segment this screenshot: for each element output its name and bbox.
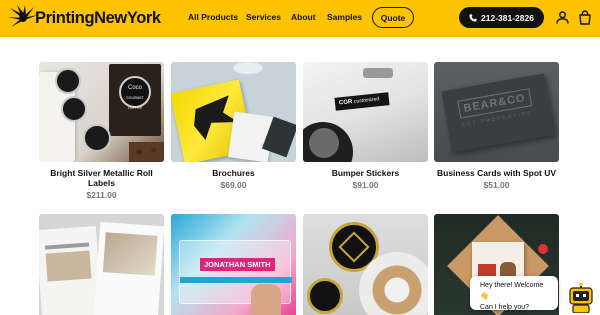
nav-all-products[interactable]: All Products: [188, 12, 238, 22]
product-price: $211.00: [86, 190, 117, 200]
chat-line-2: Can I help you?: [480, 304, 530, 311]
card-stripe: [180, 277, 292, 283]
card-name-strip: JONATHAN SMITH: [200, 258, 275, 271]
bag-brand: Coco: [127, 85, 142, 91]
product-card-roll-labels[interactable]: Coco GOURMET COFFEE Bright Silver Metall…: [39, 62, 164, 200]
wheel-rim: [309, 128, 339, 158]
logo[interactable]: PrintingNewYork: [8, 5, 161, 31]
sticker: [61, 96, 87, 122]
bumper-sticker-text: CGR: [338, 99, 353, 107]
product-title: Bright Silver Metallic Roll Labels: [50, 168, 153, 188]
chatbot-robot-icon[interactable]: [568, 283, 594, 313]
car-badge: [363, 68, 393, 78]
product-price: $69.00: [220, 180, 247, 190]
product-image: CGR customized: [303, 62, 428, 162]
bag-subtitle: GOURMET COFFEE: [126, 96, 144, 110]
gold-sticker: [307, 278, 343, 314]
product-price: $51.00: [483, 180, 510, 190]
catalog-page-left: [39, 226, 103, 315]
product-card-roll-stickers[interactable]: [303, 214, 428, 315]
text-line: [45, 242, 90, 250]
product-title: Brochures: [212, 168, 255, 178]
chat-greeting-bubble[interactable]: Hey there! Welcome 👋 Can I help you?: [470, 276, 558, 311]
product-card-brochures[interactable]: Brochures $69.00: [171, 62, 296, 190]
business-card: BEAR&CO BOT PROPERTIES: [441, 73, 555, 153]
starburst-logo-icon: [8, 5, 38, 27]
product-card-catalog[interactable]: [39, 214, 164, 315]
phone-button[interactable]: 212-381-2826: [459, 7, 544, 28]
user-icon[interactable]: [556, 11, 569, 24]
product-image: [171, 62, 296, 162]
sticker: [83, 124, 111, 152]
product-price: $91.00: [352, 180, 379, 190]
product-card-business-cards[interactable]: BEAR&CO BOT PROPERTIES Business Cards wi…: [434, 62, 559, 190]
cup: [233, 62, 263, 74]
product-image: BEAR&CO BOT PROPERTIES: [434, 62, 559, 162]
catalog-photo: [45, 250, 92, 282]
coffee-beans: [129, 142, 164, 162]
site-header: PrintingNewYork All Products Services Ab…: [0, 0, 600, 37]
nav-about[interactable]: About: [291, 12, 316, 22]
sticker: [55, 68, 81, 94]
product-image: Coco GOURMET COFFEE: [39, 62, 164, 162]
sticker-emblem: [338, 231, 370, 263]
catalog-photo: [102, 232, 158, 276]
product-title: Business Cards with Spot UV: [436, 168, 557, 178]
cart-icon[interactable]: [578, 10, 592, 25]
product-image: [39, 214, 164, 315]
nav-samples[interactable]: Samples: [327, 12, 362, 22]
product-image: JONATHAN SMITH: [171, 214, 296, 315]
bumper-sticker-sub: customized: [353, 96, 380, 105]
phone-icon: [469, 13, 477, 22]
product-card-plastic-cards[interactable]: JONATHAN SMITH: [171, 214, 296, 315]
hand: [251, 284, 281, 315]
product-card-bumper-stickers[interactable]: CGR customized Bumper Stickers $91.00: [303, 62, 428, 190]
bag-label: Coco GOURMET COFFEE: [119, 76, 151, 110]
phone-number: 212-381-2826: [481, 12, 534, 23]
catalog-page-right: [93, 221, 164, 315]
product-title: Bumper Stickers: [331, 168, 400, 178]
chat-line-1: Hey there! Welcome 👋: [480, 282, 544, 300]
product-image: [303, 214, 428, 315]
bumper-sticker: CGR customized: [334, 92, 390, 111]
brand-name: PrintingNewYork: [35, 8, 161, 27]
ornament: [538, 244, 548, 254]
nav-services[interactable]: Services: [246, 12, 281, 22]
quote-button[interactable]: Quote: [372, 7, 414, 28]
quote-label: Quote: [380, 12, 406, 23]
